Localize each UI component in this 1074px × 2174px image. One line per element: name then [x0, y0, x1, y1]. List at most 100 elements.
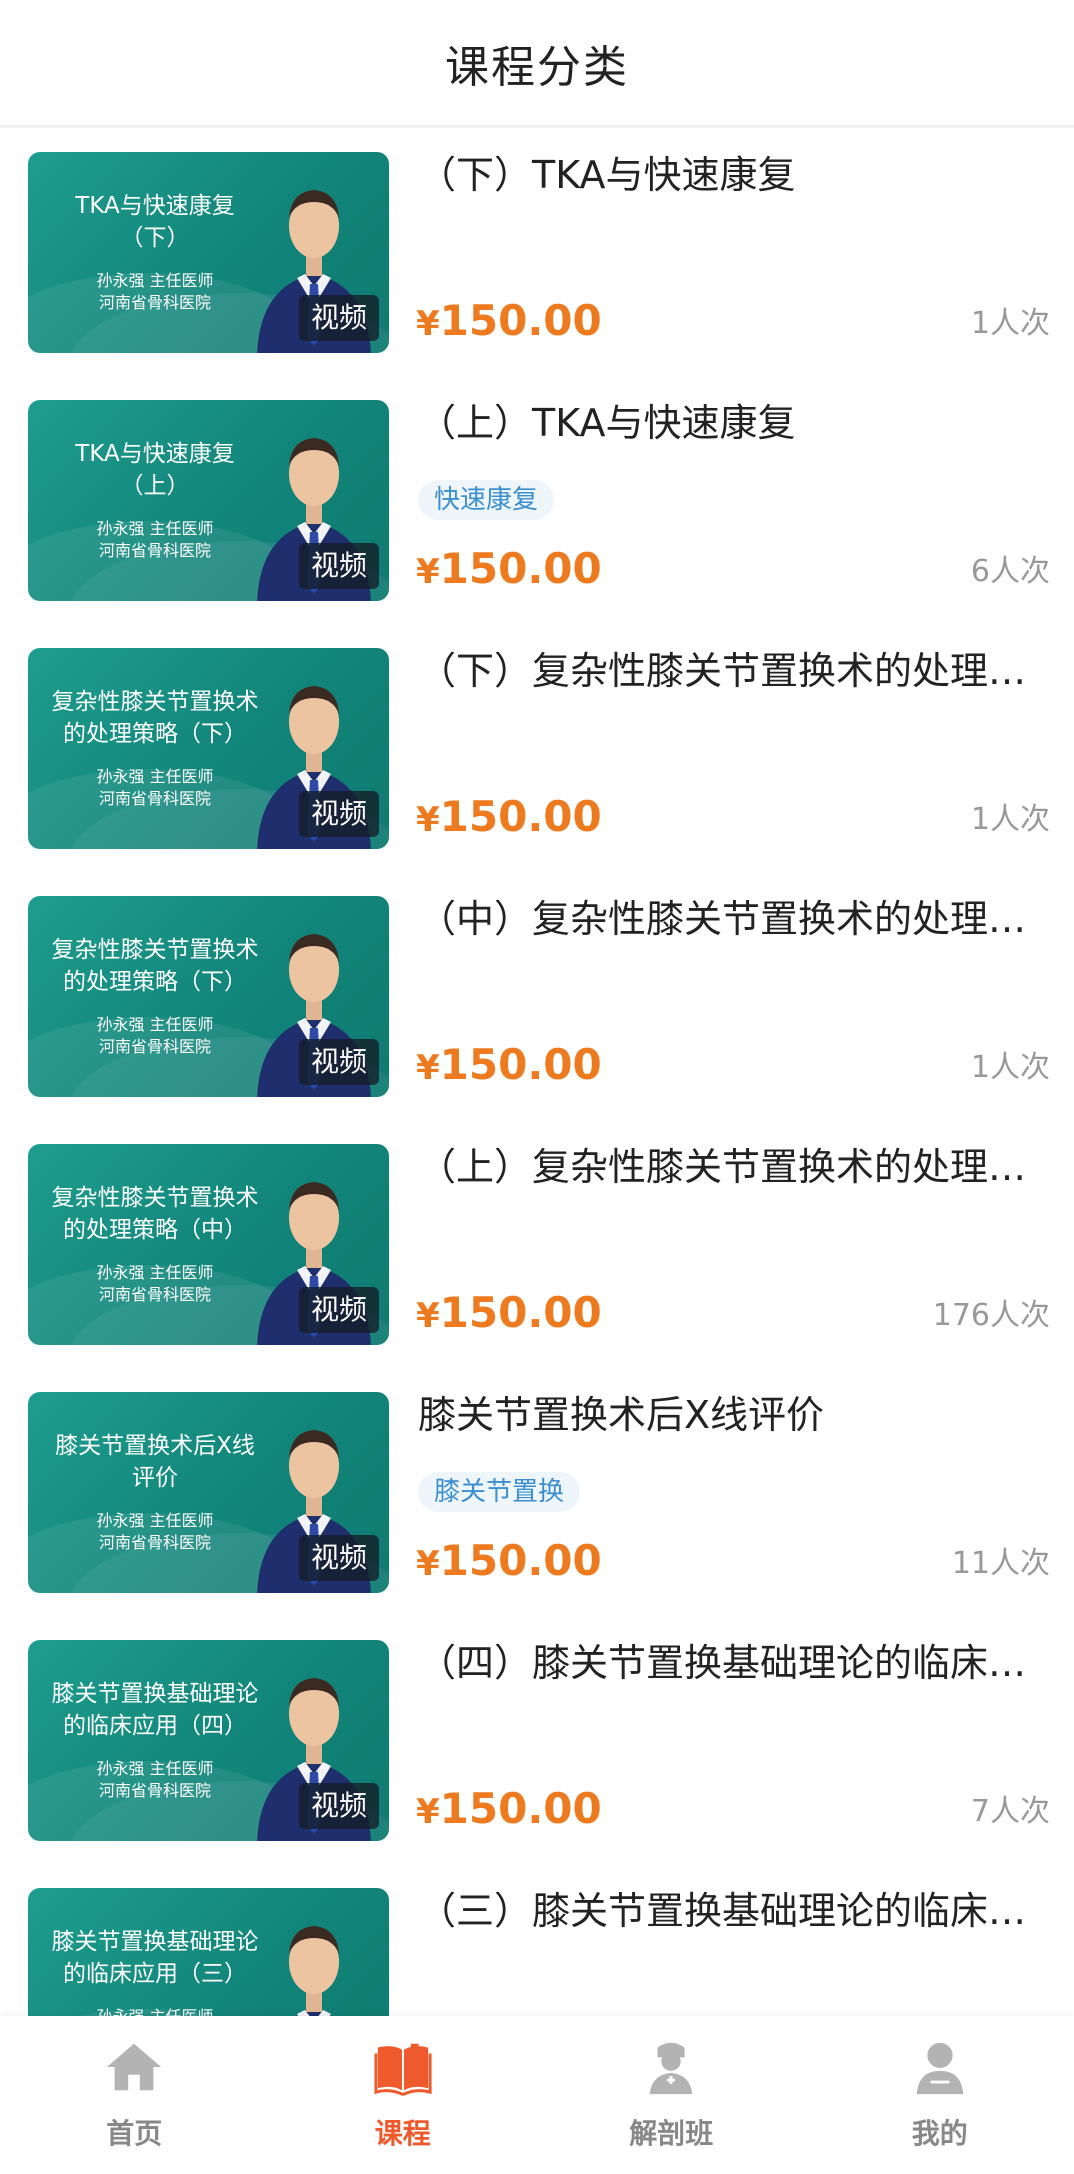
- currency-symbol: ¥: [416, 552, 440, 592]
- book-icon: [374, 2043, 432, 2096]
- thumbnail-title: 复杂性膝关节置换术 的处理策略（下）: [51, 937, 259, 995]
- thumbnail-doctor: 孙永强 主任医师: [96, 271, 214, 290]
- bottom-tab-bar: 首页 课程 解剖班 我的: [0, 2016, 1074, 2174]
- thumbnail-hospital: 河南省骨科医院: [98, 293, 211, 312]
- tab-anatomy-class[interactable]: 解剖班: [537, 2016, 806, 2174]
- thumbnail-title: 复杂性膝关节置换术 的处理策略（下）: [51, 689, 259, 747]
- course-thumbnail[interactable]: 膝关节置换术后X线 评价孙永强 主任医师 河南省骨科医院 视频: [28, 1392, 389, 1593]
- course-item[interactable]: 膝关节置换基础理论 的临床应用（三）孙永强 主任医师河南省骨科医院视频（三）膝关…: [0, 1864, 1074, 2016]
- course-thumbnail[interactable]: 膝关节置换基础理论 的临床应用（三）孙永强 主任医师河南省骨科医院视频: [28, 1888, 389, 2016]
- price-value: 150.00: [439, 792, 602, 841]
- price-value: 150.00: [439, 296, 602, 345]
- course-title[interactable]: （下）TKA与快速康复: [418, 150, 1052, 200]
- course-price: ¥150.00: [416, 1784, 602, 1837]
- video-badge: 视频: [298, 543, 379, 589]
- doctor-portrait: [249, 1902, 379, 2016]
- tab-courses-label: 课程: [374, 2117, 431, 2150]
- thumbnail-doctor: 孙永强 主任医师: [96, 767, 214, 786]
- view-count: 1人次: [970, 1050, 1050, 1085]
- video-badge: 视频: [298, 295, 379, 341]
- course-thumbnail[interactable]: 复杂性膝关节置换术 的处理策略（中） 孙永强 主任医师 河南省骨科医院 视频: [28, 1144, 389, 1345]
- page-header: 课程分类: [0, 0, 1074, 128]
- tab-home[interactable]: 首页: [0, 2016, 269, 2174]
- thumbnail-title: TKA与快速康复 （上）: [75, 441, 235, 499]
- thumbnail-doctor: 孙永强 主任医师: [96, 519, 214, 538]
- price-value: 150.00: [439, 1536, 602, 1585]
- course-thumbnail[interactable]: TKA与快速康复 （上） 孙永强 主任医师 河南省骨科医院 视频: [28, 400, 389, 601]
- course-price: ¥150.00: [416, 1288, 602, 1341]
- currency-symbol: ¥: [416, 1544, 440, 1584]
- course-tag[interactable]: 快速康复: [418, 480, 555, 520]
- tab-mine-label: 我的: [911, 2117, 968, 2150]
- tab-courses[interactable]: 课程: [269, 2016, 538, 2174]
- course-item[interactable]: 膝关节置换术后X线 评价孙永强 主任医师 河南省骨科医院 视频 膝关节置换术后X线评价…: [0, 1368, 1074, 1616]
- video-badge: 视频: [298, 1535, 379, 1581]
- thumbnail-hospital: 河南省骨科医院: [98, 789, 211, 808]
- thumbnail-doctor: 孙永强 主任医师: [42, 2006, 268, 2016]
- view-count: 6人次: [970, 554, 1050, 589]
- user-icon: [916, 2042, 963, 2095]
- course-item[interactable]: 复杂性膝关节置换术 的处理策略（下） 孙永强 主任医师 河南省骨科医院 视频 （下）复杂…: [0, 624, 1074, 872]
- course-thumbnail[interactable]: 复杂性膝关节置换术 的处理策略（下） 孙永强 主任医师 河南省骨科医院 视频: [28, 648, 389, 849]
- tab-home-label: 首页: [106, 2117, 163, 2150]
- course-item[interactable]: 复杂性膝关节置换术 的处理策略（下） 孙永强 主任医师 河南省骨科医院 视频 （中）复杂…: [0, 872, 1074, 1120]
- price-value: 150.00: [439, 1288, 602, 1337]
- thumbnail-hospital: 河南省骨科医院: [98, 1037, 211, 1056]
- doctor-icon: [649, 2042, 693, 2095]
- view-count: 176人次: [932, 1298, 1050, 1333]
- currency-symbol: ¥: [416, 304, 440, 344]
- tab-anatomy-class-label: 解剖班: [629, 2117, 714, 2150]
- view-count: 11人次: [951, 1546, 1050, 1581]
- thumbnail-doctor: 孙永强 主任医师: [96, 1759, 214, 1778]
- course-title[interactable]: （上）TKA与快速康复: [418, 398, 1052, 448]
- price-value: 150.00: [439, 1040, 602, 1089]
- thumbnail-title: 膝关节置换术后X线 评价: [55, 1433, 255, 1491]
- view-count: 1人次: [970, 802, 1050, 837]
- page-title: 课程分类: [445, 41, 629, 93]
- currency-symbol: ¥: [416, 1296, 440, 1336]
- course-title[interactable]: （下）复杂性膝关节置换术的处理策略: [418, 646, 1052, 696]
- view-count: 1人次: [970, 306, 1050, 341]
- thumbnail-title: 膝关节置换基础理论 的临床应用（三）: [51, 1929, 259, 1987]
- course-list[interactable]: TKA与快速康复 （下） 孙永强 主任医师 河南省骨科医院 视频 （下）TKA与快速康复…: [0, 128, 1074, 2016]
- course-thumbnail[interactable]: TKA与快速康复 （下） 孙永强 主任医师 河南省骨科医院 视频: [28, 152, 389, 353]
- video-badge: 视频: [298, 1783, 379, 1829]
- video-badge: 视频: [298, 1039, 379, 1085]
- tab-mine[interactable]: 我的: [806, 2016, 1074, 2174]
- thumbnail-doctor: 孙永强 主任医师: [96, 1263, 214, 1282]
- view-count: 7人次: [970, 1794, 1050, 1829]
- thumbnail-doctor: 孙永强 主任医师: [96, 1015, 214, 1034]
- course-price: ¥150.00: [416, 544, 602, 597]
- course-item[interactable]: TKA与快速康复 （上） 孙永强 主任医师 河南省骨科医院 视频 （上）TKA与快速康复…: [0, 376, 1074, 624]
- currency-symbol: ¥: [416, 1792, 440, 1832]
- course-item[interactable]: 膝关节置换基础理论 的临床应用（四） 孙永强 主任医师 河南省骨科医院 视频 （四）膝关…: [0, 1616, 1074, 1864]
- course-price: ¥150.00: [416, 296, 602, 349]
- video-badge: 视频: [298, 791, 379, 837]
- thumbnail-title: 复杂性膝关节置换术 的处理策略（中）: [51, 1185, 259, 1243]
- thumbnail-hospital: 河南省骨科医院: [98, 1533, 211, 1552]
- thumbnail-hospital: 河南省骨科医院: [98, 541, 211, 560]
- thumbnail-hospital: 河南省骨科医院: [98, 1285, 211, 1304]
- course-title[interactable]: （三）膝关节置换基础理论的临床应用: [418, 1886, 1052, 1936]
- course-item[interactable]: 复杂性膝关节置换术 的处理策略（中） 孙永强 主任医师 河南省骨科医院 视频 （上）复杂…: [0, 1120, 1074, 1368]
- currency-symbol: ¥: [416, 800, 440, 840]
- course-title[interactable]: （四）膝关节置换基础理论的临床应用: [418, 1638, 1052, 1688]
- course-title[interactable]: （中）复杂性膝关节置换术的处理策略: [418, 894, 1052, 944]
- course-thumbnail[interactable]: 膝关节置换基础理论 的临床应用（四） 孙永强 主任医师 河南省骨科医院 视频: [28, 1640, 389, 1841]
- course-item[interactable]: TKA与快速康复 （下） 孙永强 主任医师 河南省骨科医院 视频 （下）TKA与快速康复…: [0, 128, 1074, 376]
- home-icon: [107, 2043, 162, 2091]
- currency-symbol: ¥: [416, 1048, 440, 1088]
- course-thumbnail[interactable]: 复杂性膝关节置换术 的处理策略（下） 孙永强 主任医师 河南省骨科医院 视频: [28, 896, 389, 1097]
- course-tag[interactable]: 膝关节置换: [418, 1472, 581, 1512]
- course-price: ¥150.00: [416, 1040, 602, 1093]
- course-title[interactable]: 膝关节置换术后X线评价: [418, 1390, 1052, 1440]
- video-badge: 视频: [298, 1287, 379, 1333]
- price-value: 150.00: [439, 544, 602, 593]
- thumbnail-doctor: 孙永强 主任医师: [96, 1511, 214, 1530]
- course-title[interactable]: （上）复杂性膝关节置换术的处理策略: [418, 1142, 1052, 1192]
- course-price: ¥150.00: [416, 792, 602, 845]
- thumbnail-hospital: 河南省骨科医院: [98, 1781, 211, 1800]
- price-value: 150.00: [439, 1784, 602, 1833]
- thumbnail-title: TKA与快速康复 （下）: [75, 193, 235, 251]
- thumbnail-title: 膝关节置换基础理论 的临床应用（四）: [51, 1681, 259, 1739]
